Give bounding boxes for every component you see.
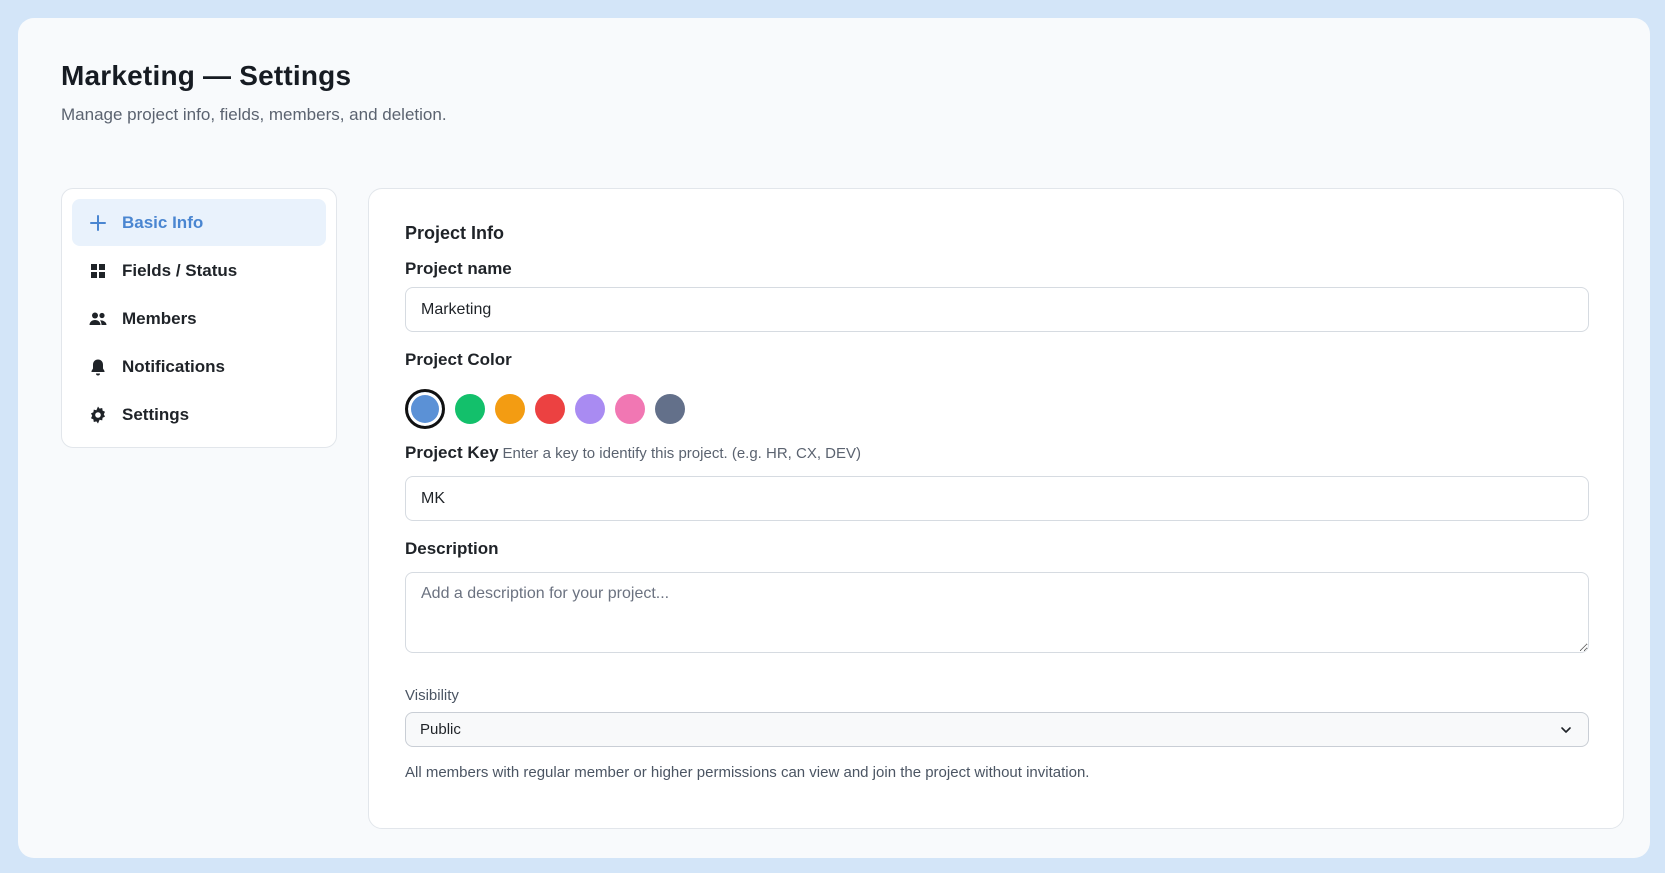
visibility-label: Visibility xyxy=(405,687,459,704)
project-key-label: Project Key Enter a key to identify this … xyxy=(405,443,861,463)
gear-icon xyxy=(88,405,108,425)
grid-icon xyxy=(88,261,108,281)
color-swatch-pink[interactable] xyxy=(615,394,645,424)
description-label: Description xyxy=(405,539,499,558)
section-title: Project Info xyxy=(405,223,505,243)
sidebar-item-members[interactable]: Members xyxy=(72,295,326,342)
sidebar-item-label: Settings xyxy=(122,404,190,424)
color-swatch-red[interactable] xyxy=(535,394,565,424)
description-textarea[interactable] xyxy=(405,572,1589,653)
sidebar-item-label: Members xyxy=(122,308,197,328)
visibility-help-text: All members with regular member or highe… xyxy=(405,764,1090,781)
sidebar-item-basic-info[interactable]: Basic Info xyxy=(72,199,326,246)
users-icon xyxy=(88,309,108,329)
project-name-input[interactable] xyxy=(405,287,1589,332)
sidebar-item-fields-status[interactable]: Fields / Status xyxy=(72,247,326,294)
plus-icon xyxy=(88,213,108,233)
project-name-label: Project name xyxy=(405,259,512,278)
bell-icon xyxy=(88,357,108,377)
color-swatches xyxy=(405,389,685,429)
project-info-panel: Project Info Project name Project Color … xyxy=(368,188,1624,829)
chevron-down-icon xyxy=(1561,727,1571,733)
color-swatch-purple[interactable] xyxy=(575,394,605,424)
visibility-select[interactable]: Public xyxy=(405,712,1589,747)
color-swatch-orange[interactable] xyxy=(495,394,525,424)
sidebar-item-label: Basic Info xyxy=(122,212,204,232)
page-title: Marketing — Settings xyxy=(61,60,352,91)
sidebar-item-label: Fields / Status xyxy=(122,260,238,280)
color-swatch-slate[interactable] xyxy=(655,394,685,424)
project-key-hint: Enter a key to identify this project. (e… xyxy=(502,445,862,462)
color-swatch-green[interactable] xyxy=(455,394,485,424)
sidebar-item-label: Notifications xyxy=(122,356,225,376)
project-color-label: Project Color xyxy=(405,350,512,369)
settings-sidebar: Basic Info Fields / Status Members Notif… xyxy=(61,188,337,448)
settings-window: Marketing — Settings Manage project info… xyxy=(18,18,1650,858)
page-subtitle: Manage project info, fields, members, an… xyxy=(61,105,447,124)
sidebar-item-notifications[interactable]: Notifications xyxy=(72,343,326,390)
visibility-value: Public xyxy=(420,721,461,738)
sidebar-item-settings[interactable]: Settings xyxy=(72,391,326,438)
color-swatch-blue[interactable] xyxy=(405,389,445,429)
project-key-label-text: Project Key xyxy=(405,443,499,462)
project-key-input[interactable] xyxy=(405,476,1589,521)
